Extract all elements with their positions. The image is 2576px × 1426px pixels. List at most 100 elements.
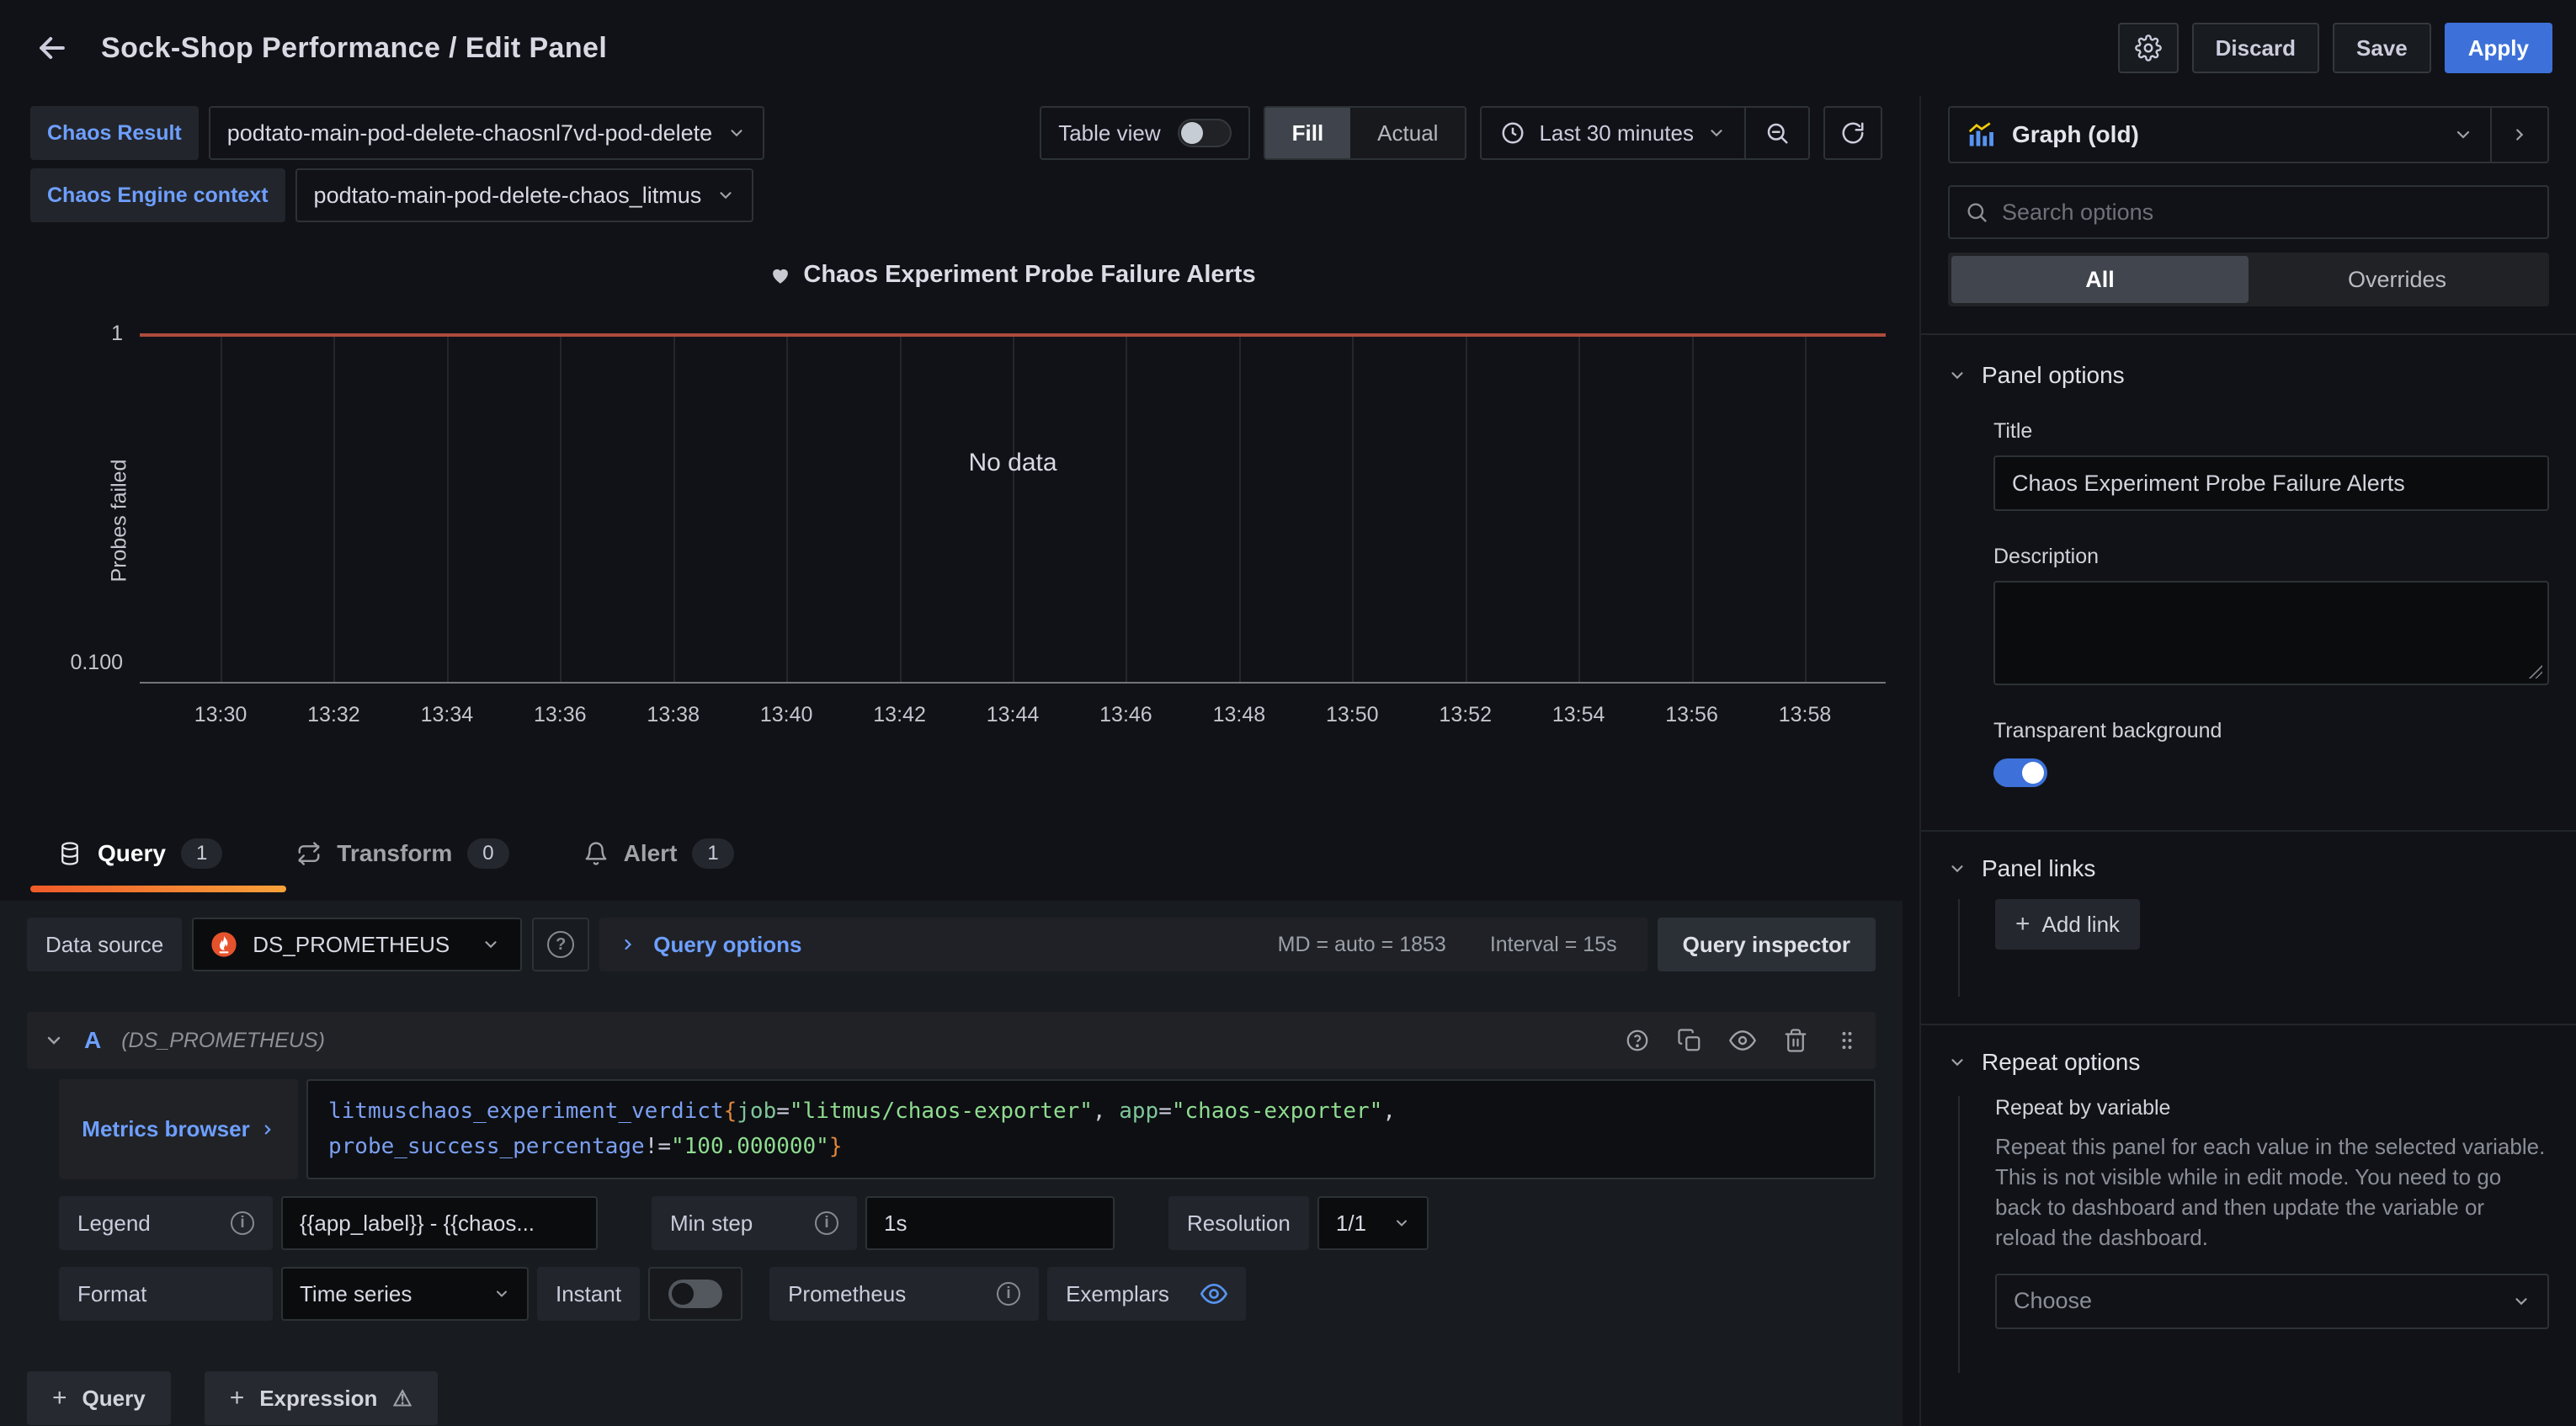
section-repeat-options[interactable]: Repeat options <box>1948 1049 2549 1076</box>
save-button[interactable]: Save <box>2333 23 2431 73</box>
time-range-picker[interactable]: Last 30 minutes <box>1482 108 1744 158</box>
gridline: 13:38 <box>673 333 675 684</box>
fill-actual-segmented: Fill Actual <box>1264 106 1467 160</box>
table-view-label: Table view <box>1058 120 1160 146</box>
repeat-by-variable-label: Repeat by variable <box>1995 1096 2549 1120</box>
panel-options-sidebar: Graph (old) All Overrides Panel options … <box>1919 96 2576 1426</box>
query-inspector-button[interactable]: Query inspector <box>1658 918 1876 971</box>
tab-transform[interactable]: Transform 0 <box>296 811 508 896</box>
tab-query[interactable]: Query 1 <box>57 811 222 896</box>
tab-alert[interactable]: Alert 1 <box>583 811 734 896</box>
grafana-edit-panel: Sock-Shop Performance / Edit Panel Disca… <box>0 0 2576 1426</box>
query-editor-panel: Data source DS_PROMETHEUS ? Query option… <box>0 901 1903 1426</box>
section-display[interactable]: Display <box>1948 1423 2549 1426</box>
metrics-browser-label: Metrics browser <box>82 1116 249 1142</box>
query-row-datasource: (DS_PROMETHEUS) <box>121 1029 325 1053</box>
repeat-variable-select[interactable]: Choose <box>1995 1274 2549 1329</box>
transparent-background-toggle[interactable] <box>1993 758 2047 787</box>
section-panel-options[interactable]: Panel options <box>1948 362 2549 389</box>
gridline: 13:48 <box>1239 333 1241 684</box>
query-options-strip: Query options MD = auto = 1853 Interval … <box>599 918 1647 971</box>
variable-value: podtato-main-pod-delete-chaos_litmus <box>314 183 702 209</box>
chevron-right-icon <box>260 1122 275 1137</box>
back-arrow-icon[interactable] <box>24 19 81 77</box>
instant-label: Instant <box>556 1281 621 1307</box>
variable-value-dropdown[interactable]: podtato-main-pod-delete-chaosnl7vd-pod-d… <box>209 106 764 160</box>
trash-icon[interactable] <box>1783 1028 1808 1053</box>
x-tick-label: 13:40 <box>760 703 813 727</box>
options-search[interactable] <box>1948 185 2549 239</box>
add-query-button[interactable]: + Query <box>27 1371 171 1425</box>
query-options-meta: MD = auto = 1853 Interval = 15s <box>1278 933 1627 957</box>
query-row-actions <box>1625 1027 1859 1054</box>
refresh-button[interactable] <box>1823 106 1882 160</box>
fill-segment[interactable]: Fill <box>1265 108 1351 158</box>
add-link-button[interactable]: + Add link <box>1995 899 2140 950</box>
chart-plot-area[interactable]: Probes failed 1 0.100 13:3013:3213:3413:… <box>140 333 1886 684</box>
table-view-control[interactable]: Table view <box>1040 106 1249 160</box>
table-view-toggle[interactable] <box>1178 119 1232 147</box>
actual-segment[interactable]: Actual <box>1350 108 1465 158</box>
query-row-header[interactable]: A (DS_PROMETHEUS) <box>27 1012 1876 1069</box>
repeat-description: Repeat this panel for each value in the … <box>1995 1132 2549 1253</box>
panel-settings-button[interactable] <box>2118 23 2179 73</box>
variable-value-dropdown[interactable]: podtato-main-pod-delete-chaos_litmus <box>295 168 754 222</box>
drag-handle-icon[interactable] <box>1835 1028 1859 1053</box>
variable-label: Chaos Engine context <box>30 168 285 222</box>
legend-input-field[interactable] <box>300 1211 579 1237</box>
max-datapoints-info: MD = auto = 1853 <box>1278 933 1446 957</box>
zoom-out-button[interactable] <box>1744 108 1808 158</box>
query-options-label: Query options <box>653 932 801 958</box>
add-query-label: Query <box>82 1386 146 1412</box>
query-footer-buttons: + Query + Expression ⚠ <box>27 1371 1876 1425</box>
x-tick-label: 13:32 <box>307 703 360 727</box>
description-field-label: Description <box>1993 545 2549 569</box>
metrics-browser-button[interactable]: Metrics browser <box>59 1079 298 1179</box>
legend-input[interactable] <box>281 1196 598 1250</box>
heart-icon <box>769 264 791 286</box>
visualization-picker[interactable]: Graph (old) <box>1948 106 2549 163</box>
resolution-value: 1/1 <box>1336 1211 1366 1237</box>
add-expression-button[interactable]: + Expression ⚠ <box>205 1371 438 1425</box>
help-circle-icon[interactable] <box>1625 1028 1650 1053</box>
discard-button[interactable]: Discard <box>2192 23 2319 73</box>
apply-button[interactable]: Apply <box>2445 23 2552 73</box>
x-tick-label: 13:38 <box>647 703 700 727</box>
exemplars-eye-icon[interactable] <box>1200 1280 1227 1307</box>
section-label: Panel links <box>1982 855 2095 882</box>
min-step-label: Min step <box>670 1211 753 1237</box>
variable-value: podtato-main-pod-delete-chaosnl7vd-pod-d… <box>227 120 712 146</box>
page-title: Sock-Shop Performance / Edit Panel <box>101 32 607 65</box>
tab-label: Transform <box>337 840 452 867</box>
time-controls: Last 30 minutes <box>1480 106 1810 160</box>
gridline: 13:50 <box>1352 333 1354 684</box>
chevron-down-icon <box>2512 1292 2531 1311</box>
duplicate-icon[interactable] <box>1677 1028 1702 1053</box>
tab-all[interactable]: All <box>1951 256 2249 303</box>
chevron-down-icon <box>1948 1053 1967 1072</box>
options-filter-tabs: All Overrides <box>1948 253 2549 306</box>
eye-icon[interactable] <box>1729 1027 1756 1054</box>
section-panel-links[interactable]: Panel links <box>1948 855 2549 882</box>
datasource-picker[interactable]: DS_PROMETHEUS <box>192 918 522 971</box>
toggle-viz-picker-button[interactable] <box>2490 108 2547 162</box>
format-label-box: Format <box>59 1267 273 1321</box>
min-step-input-field[interactable] <box>884 1211 1096 1237</box>
info-icon: i <box>815 1211 838 1235</box>
options-search-input[interactable] <box>2002 200 2532 226</box>
format-dropdown[interactable]: Time series <box>281 1267 529 1321</box>
panel-title-input-field[interactable] <box>2012 471 2531 497</box>
panel-description-textarea[interactable] <box>1993 581 2549 685</box>
query-options-expander[interactable]: Query options <box>620 932 801 958</box>
min-step-input[interactable] <box>865 1196 1115 1250</box>
instant-toggle[interactable] <box>668 1280 722 1308</box>
panel-links-body: + Add link <box>1958 899 2549 997</box>
promql-code[interactable]: litmuschaos_experiment_verdict{job="litm… <box>306 1079 1876 1179</box>
panel-title-input[interactable] <box>1993 455 2549 511</box>
datasource-help-button[interactable]: ? <box>532 918 589 971</box>
prometheus-icon <box>210 931 237 958</box>
tab-overrides[interactable]: Overrides <box>2249 256 2546 303</box>
top-header: Sock-Shop Performance / Edit Panel Disca… <box>0 0 2576 96</box>
visualization-current[interactable]: Graph (old) <box>1950 108 2490 162</box>
resolution-dropdown[interactable]: 1/1 <box>1317 1196 1429 1250</box>
